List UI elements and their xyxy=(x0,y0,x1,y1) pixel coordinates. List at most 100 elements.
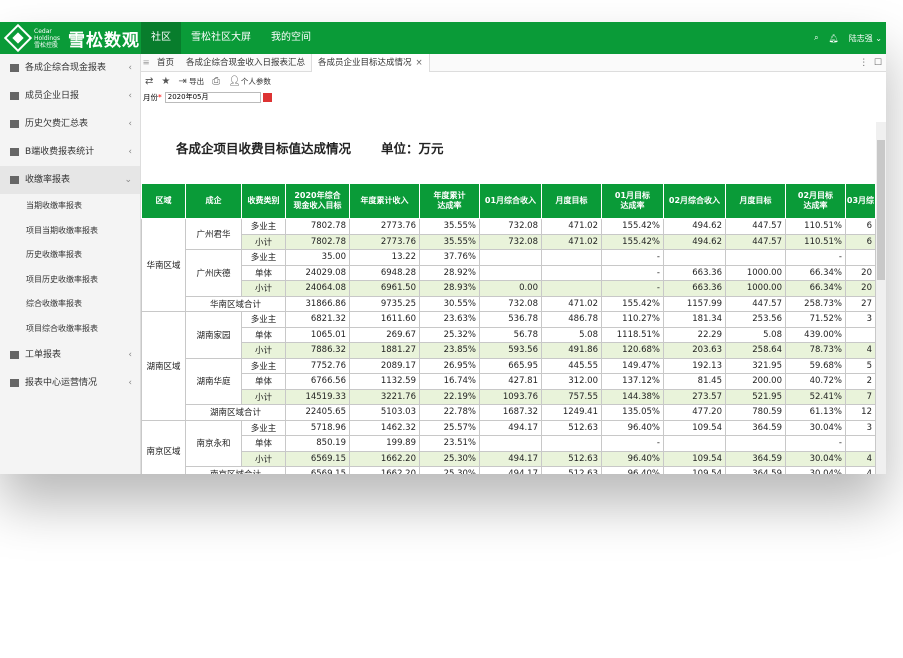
table-row: 单体 24029.08 6948.28 28.92% -663.36 1000.00 66.… xyxy=(142,264,876,281)
value-cell: 181.34 xyxy=(663,311,726,328)
close-icon[interactable]: × xyxy=(416,58,423,68)
main-content: ≡ 首页 各成企综合现金收入日报表汇总 各成员企业目标达成情况 × ⋮ ☐ ⇄ ★… xyxy=(141,53,886,474)
user-name[interactable]: 陆志强 ⌄ xyxy=(849,33,882,44)
star-icon[interactable]: ★ xyxy=(161,76,170,87)
value-cell: 5.08 xyxy=(541,326,602,343)
value-cell: 439.00% xyxy=(785,326,846,343)
value-cell: 25.30% xyxy=(419,450,480,467)
value-cell: 6569.15 xyxy=(285,466,350,474)
column-header-text: 现金收入目标 xyxy=(293,201,342,210)
value-cell: 27 xyxy=(845,295,876,312)
sidebar-subitem[interactable]: 项目当期收缴率报表 xyxy=(0,219,140,244)
value-cell: 1687.32 xyxy=(479,404,542,421)
column-header-text: 2020年综合 xyxy=(294,191,341,200)
value-cell: - xyxy=(785,435,846,452)
value-cell: 253.56 xyxy=(725,311,786,328)
sidebar-item[interactable]: 历史欠费汇总表 ‹ xyxy=(0,110,140,138)
value-cell xyxy=(541,280,602,297)
nav-big-screen[interactable]: 雪松社区大屏 xyxy=(181,22,261,54)
value-cell: 25.30% xyxy=(419,466,480,474)
value-cell: 3221.76 xyxy=(349,388,420,405)
app-window: Cedar Holdings 雪松控股 雪松数观 社区 雪松社区大屏 我的空间 … xyxy=(0,22,886,474)
table-row: 单体 850.19 199.89 23.51% - - xyxy=(142,435,876,452)
sidebar-item[interactable]: B端收费报表统计 ‹ xyxy=(0,138,140,166)
value-cell xyxy=(479,249,542,266)
value-cell: 6569.15 xyxy=(285,450,350,467)
value-cell: 192.13 xyxy=(663,357,726,374)
export-button[interactable]: ⇥ 导出 xyxy=(178,76,204,87)
column-header-text: 成企 xyxy=(205,196,222,205)
value-cell xyxy=(479,264,542,281)
value-cell: 1611.60 xyxy=(349,311,420,328)
value-cell: 22405.65 xyxy=(285,404,350,421)
value-cell: 536.78 xyxy=(479,311,542,328)
category-cell: 多业主 xyxy=(241,357,286,374)
vertical-scrollbar[interactable] xyxy=(876,122,886,474)
region-total-label: 华南区域合计 xyxy=(185,295,286,312)
value-cell xyxy=(541,264,602,281)
value-cell: 2773.76 xyxy=(349,218,420,235)
maximize-icon[interactable]: ☐ xyxy=(874,58,882,68)
scroll-thumb[interactable] xyxy=(877,140,885,280)
toolbar: ⇄ ★ ⇥ 导出 ⎙ 👤︎个人参数 xyxy=(141,72,886,90)
value-cell: 512.63 xyxy=(541,450,602,467)
tab-home[interactable]: 首页 xyxy=(151,54,180,72)
params-button[interactable]: 👤︎个人参数 xyxy=(228,76,271,87)
value-cell: 28.93% xyxy=(419,280,480,297)
value-cell: - xyxy=(601,435,664,452)
column-header: 收费类别 xyxy=(241,183,286,219)
value-cell: 110.51% xyxy=(785,233,846,250)
value-cell: 665.95 xyxy=(479,357,542,374)
nav-my-space[interactable]: 我的空间 xyxy=(261,22,321,54)
value-cell xyxy=(725,435,786,452)
value-cell: 258.73% xyxy=(785,295,846,312)
value-cell: 364.59 xyxy=(725,419,786,436)
value-cell xyxy=(663,435,726,452)
value-cell: 732.08 xyxy=(479,233,542,250)
search-icon[interactable]: ⌕ xyxy=(814,33,818,43)
category-cell: 单体 xyxy=(241,264,286,281)
category-cell: 多业主 xyxy=(241,311,286,328)
value-cell: 732.08 xyxy=(479,295,542,312)
sidebar-subitem[interactable]: 项目历史收缴率报表 xyxy=(0,268,140,293)
value-cell: 7752.76 xyxy=(285,357,350,374)
sidebar-subitem[interactable]: 当期收缴率报表 xyxy=(0,194,140,219)
sidebar-subitem[interactable]: 综合收缴率报表 xyxy=(0,292,140,317)
folder-icon xyxy=(10,120,19,128)
sidebar-item[interactable]: 工单报表 ‹ xyxy=(0,341,140,369)
refresh-icon[interactable]: ⇄ xyxy=(145,76,153,87)
print-icon[interactable]: ⎙ xyxy=(212,76,220,87)
value-cell: 23.51% xyxy=(419,435,480,452)
value-cell: 732.08 xyxy=(479,218,542,235)
table-row: 湖南区域 湖南家园 多业主 6821.32 1611.60 23.63% 536.78 486… xyxy=(141,311,876,421)
sidebar-item[interactable]: 各成企综合现金报表 ‹ xyxy=(0,54,140,82)
value-cell: 850.19 xyxy=(285,435,350,452)
tab-cash-daily[interactable]: 各成企综合现金收入日报表汇总 xyxy=(180,54,311,72)
sidebar-item[interactable]: 报表中心运营情况 ‹ xyxy=(0,369,140,397)
value-cell: 23.63% xyxy=(419,311,480,328)
value-cell: 137.12% xyxy=(601,373,664,390)
month-input[interactable] xyxy=(164,91,261,103)
sidebar-subitem[interactable]: 历史收缴率报表 xyxy=(0,243,140,268)
value-cell: 1157.99 xyxy=(663,295,726,312)
value-cell: 4 xyxy=(845,466,876,474)
value-cell: 203.63 xyxy=(663,342,726,359)
sidebar-item[interactable]: 成员企业日报 ‹ xyxy=(0,82,140,110)
folder-icon xyxy=(10,64,19,72)
bell-icon[interactable]: 🔔︎ xyxy=(829,34,839,43)
sidebar-item[interactable]: 收缴率报表 ⌄ xyxy=(0,166,140,194)
column-header: 02月综合收入 xyxy=(663,183,726,219)
column-header-text: 月度目标 xyxy=(555,196,588,205)
tab-target-achievement[interactable]: 各成员企业目标达成情况 × xyxy=(311,53,430,72)
more-icon[interactable]: ⋮ xyxy=(859,58,868,68)
calendar-icon[interactable] xyxy=(262,92,272,102)
sidebar-subitem[interactable]: 项目综合收缴率报表 xyxy=(0,317,140,342)
category-cell: 小计 xyxy=(241,450,286,467)
value-cell: 7 xyxy=(845,388,876,405)
value-cell: 2773.76 xyxy=(349,233,420,250)
nav-community[interactable]: 社区 xyxy=(141,22,181,54)
sidebar-item-label: B端收费报表统计 xyxy=(25,147,95,157)
tab-menu-icon[interactable]: ≡ xyxy=(141,58,151,68)
report-table-wrap: 区域 成企 收费类别 2020年综合 现金收入目标 年度累计收入 年度累计 达成率 01月综合收… xyxy=(141,183,876,474)
value-cell: 0.00 xyxy=(479,280,542,297)
